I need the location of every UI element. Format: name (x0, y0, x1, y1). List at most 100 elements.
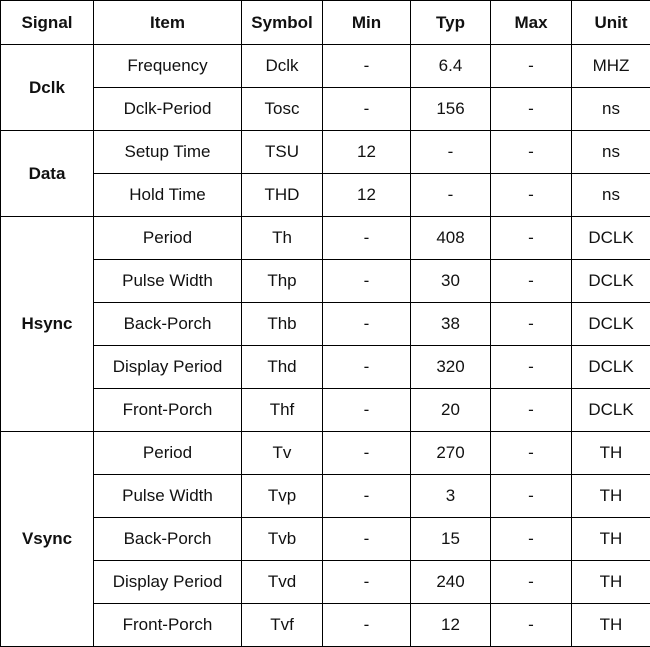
min-cell: - (323, 45, 411, 88)
symbol-cell: Tvf (242, 604, 323, 647)
unit-cell: DCLK (572, 260, 650, 303)
table-row: Front-PorchTvf-12-TH (1, 604, 650, 647)
signal-cell: Vsync (1, 432, 94, 647)
min-cell: - (323, 561, 411, 604)
typ-cell: 408 (411, 217, 491, 260)
symbol-cell: Thb (242, 303, 323, 346)
table-body: DclkFrequencyDclk-6.4-MHZDclk-PeriodTosc… (1, 45, 650, 647)
typ-cell: 6.4 (411, 45, 491, 88)
table-row: Pulse WidthTvp-3-TH (1, 475, 650, 518)
header-row: Signal Item Symbol Min Typ Max Unit (1, 1, 650, 45)
item-cell: Front-Porch (94, 389, 242, 432)
header-typ: Typ (411, 1, 491, 45)
item-cell: Dclk-Period (94, 88, 242, 131)
item-cell: Back-Porch (94, 303, 242, 346)
item-cell: Back-Porch (94, 518, 242, 561)
typ-cell: 15 (411, 518, 491, 561)
typ-cell: - (411, 131, 491, 174)
max-cell: - (491, 346, 572, 389)
min-cell: - (323, 346, 411, 389)
unit-cell: TH (572, 561, 650, 604)
unit-cell: ns (572, 88, 650, 131)
unit-cell: TH (572, 475, 650, 518)
typ-cell: - (411, 174, 491, 217)
typ-cell: 240 (411, 561, 491, 604)
min-cell: 12 (323, 131, 411, 174)
table-row: Back-PorchThb-38-DCLK (1, 303, 650, 346)
typ-cell: 20 (411, 389, 491, 432)
unit-cell: DCLK (572, 346, 650, 389)
unit-cell: DCLK (572, 303, 650, 346)
min-cell: - (323, 260, 411, 303)
table-row: DclkFrequencyDclk-6.4-MHZ (1, 45, 650, 88)
header-min: Min (323, 1, 411, 45)
table-row: Back-PorchTvb-15-TH (1, 518, 650, 561)
header-unit: Unit (572, 1, 650, 45)
unit-cell: DCLK (572, 389, 650, 432)
unit-cell: ns (572, 131, 650, 174)
symbol-cell: Thf (242, 389, 323, 432)
typ-cell: 156 (411, 88, 491, 131)
min-cell: - (323, 518, 411, 561)
table-row: Display PeriodTvd-240-TH (1, 561, 650, 604)
item-cell: Setup Time (94, 131, 242, 174)
min-cell: - (323, 303, 411, 346)
timing-table: Signal Item Symbol Min Typ Max Unit Dclk… (0, 0, 650, 647)
signal-cell: Hsync (1, 217, 94, 432)
max-cell: - (491, 131, 572, 174)
symbol-cell: Thd (242, 346, 323, 389)
table-row: HsyncPeriodTh-408-DCLK (1, 217, 650, 260)
typ-cell: 3 (411, 475, 491, 518)
header-max: Max (491, 1, 572, 45)
min-cell: - (323, 88, 411, 131)
table-row: Dclk-PeriodTosc-156-ns (1, 88, 650, 131)
symbol-cell: Thp (242, 260, 323, 303)
min-cell: - (323, 217, 411, 260)
symbol-cell: Tvd (242, 561, 323, 604)
min-cell: - (323, 475, 411, 518)
max-cell: - (491, 217, 572, 260)
symbol-cell: Tvb (242, 518, 323, 561)
table-row: Hold TimeTHD12--ns (1, 174, 650, 217)
unit-cell: TH (572, 604, 650, 647)
item-cell: Front-Porch (94, 604, 242, 647)
table-row: VsyncPeriodTv-270-TH (1, 432, 650, 475)
max-cell: - (491, 174, 572, 217)
symbol-cell: TSU (242, 131, 323, 174)
symbol-cell: THD (242, 174, 323, 217)
min-cell: - (323, 389, 411, 432)
max-cell: - (491, 604, 572, 647)
typ-cell: 320 (411, 346, 491, 389)
item-cell: Pulse Width (94, 475, 242, 518)
symbol-cell: Tosc (242, 88, 323, 131)
item-cell: Hold Time (94, 174, 242, 217)
max-cell: - (491, 45, 572, 88)
item-cell: Frequency (94, 45, 242, 88)
table-row: Display PeriodThd-320-DCLK (1, 346, 650, 389)
symbol-cell: Dclk (242, 45, 323, 88)
min-cell: 12 (323, 174, 411, 217)
typ-cell: 38 (411, 303, 491, 346)
item-cell: Period (94, 432, 242, 475)
max-cell: - (491, 518, 572, 561)
max-cell: - (491, 303, 572, 346)
symbol-cell: Tvp (242, 475, 323, 518)
item-cell: Period (94, 217, 242, 260)
max-cell: - (491, 432, 572, 475)
signal-cell: Data (1, 131, 94, 217)
header-symbol: Symbol (242, 1, 323, 45)
min-cell: - (323, 432, 411, 475)
header-signal: Signal (1, 1, 94, 45)
unit-cell: DCLK (572, 217, 650, 260)
item-cell: Display Period (94, 346, 242, 389)
item-cell: Display Period (94, 561, 242, 604)
unit-cell: TH (572, 432, 650, 475)
max-cell: - (491, 88, 572, 131)
typ-cell: 30 (411, 260, 491, 303)
min-cell: - (323, 604, 411, 647)
table-row: Pulse WidthThp-30-DCLK (1, 260, 650, 303)
unit-cell: TH (572, 518, 650, 561)
signal-cell: Dclk (1, 45, 94, 131)
symbol-cell: Th (242, 217, 323, 260)
unit-cell: MHZ (572, 45, 650, 88)
